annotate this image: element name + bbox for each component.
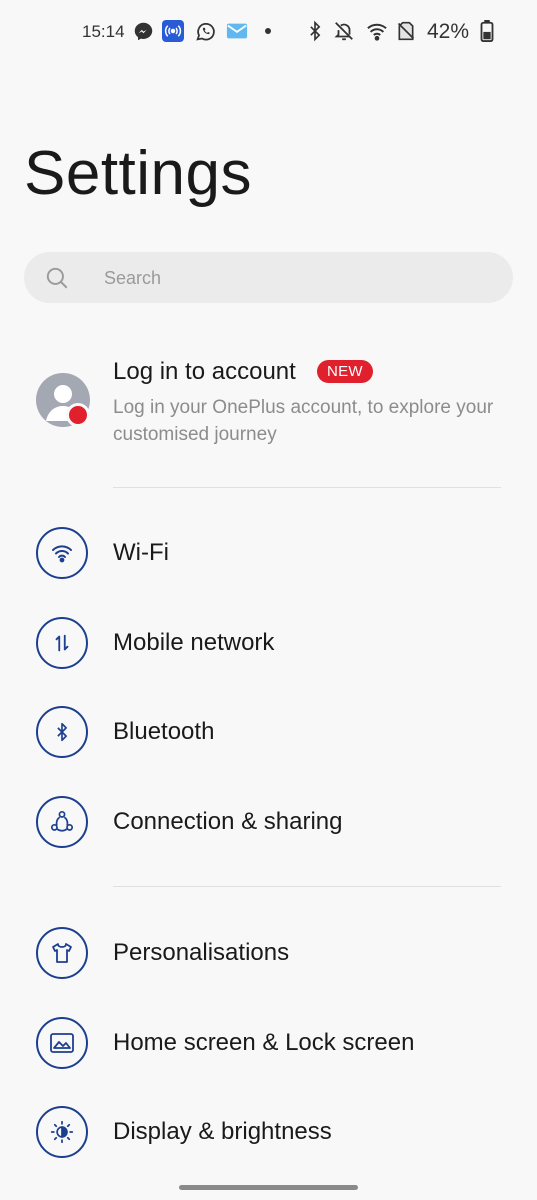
- bluetooth-icon: [304, 20, 326, 42]
- nfc-radio-icon: [162, 20, 184, 42]
- search-input[interactable]: Search: [24, 252, 513, 303]
- wifi-icon: [366, 20, 388, 42]
- settings-item-home-lock-screen[interactable]: Home screen & Lock screen: [0, 998, 537, 1088]
- login-account-item[interactable]: Log in to account NEW Log in your OnePlu…: [0, 340, 537, 460]
- brightness-icon: [36, 1106, 88, 1158]
- whatsapp-icon: [194, 20, 216, 42]
- mobile-data-icon: [36, 617, 88, 669]
- settings-item-label: Personalisations: [113, 939, 290, 966]
- settings-item-personalisations[interactable]: Personalisations: [0, 908, 537, 998]
- divider: [113, 886, 501, 887]
- search-placeholder: Search: [104, 268, 162, 288]
- tshirt-icon: [36, 927, 88, 979]
- page-title: Settings: [24, 139, 253, 208]
- messenger-icon: [132, 20, 154, 42]
- status-bar: 15:14 42%: [0, 0, 537, 64]
- settings-item-label: Connection & sharing: [113, 808, 343, 835]
- settings-item-connection-sharing[interactable]: Connection & sharing: [0, 777, 537, 867]
- connection-icon: [36, 796, 88, 848]
- bluetooth-icon: [36, 706, 88, 758]
- settings-item-bluetooth[interactable]: Bluetooth: [0, 687, 537, 777]
- home-indicator[interactable]: [179, 1185, 358, 1190]
- bell-off-icon: [333, 20, 355, 42]
- settings-item-label: Bluetooth: [113, 718, 215, 745]
- account-title: Log in to account: [113, 358, 296, 385]
- search-icon: [44, 265, 70, 291]
- settings-item-wifi[interactable]: Wi-Fi: [0, 508, 537, 598]
- wifi-icon: [36, 527, 88, 579]
- no-sim-icon: [395, 20, 417, 42]
- picture-icon: [36, 1017, 88, 1069]
- settings-item-mobile-network[interactable]: Mobile network: [0, 598, 537, 688]
- battery-icon: [476, 20, 498, 42]
- new-badge: NEW: [317, 360, 373, 383]
- notification-dot: [66, 403, 90, 427]
- status-time: 15:14: [82, 22, 125, 41]
- settings-item-label: Home screen & Lock screen: [113, 1029, 415, 1056]
- dot-icon: [257, 20, 279, 42]
- settings-item-label: Mobile network: [113, 629, 275, 656]
- divider: [113, 487, 501, 488]
- battery-percent: 42%: [427, 20, 470, 43]
- settings-item-label: Wi-Fi: [113, 539, 169, 566]
- mail-icon: [226, 20, 248, 42]
- settings-item-display-brightness[interactable]: Display & brightness: [0, 1087, 537, 1177]
- account-subtitle: Log in your OnePlus account, to explore …: [113, 397, 494, 445]
- settings-item-label: Display & brightness: [113, 1118, 332, 1145]
